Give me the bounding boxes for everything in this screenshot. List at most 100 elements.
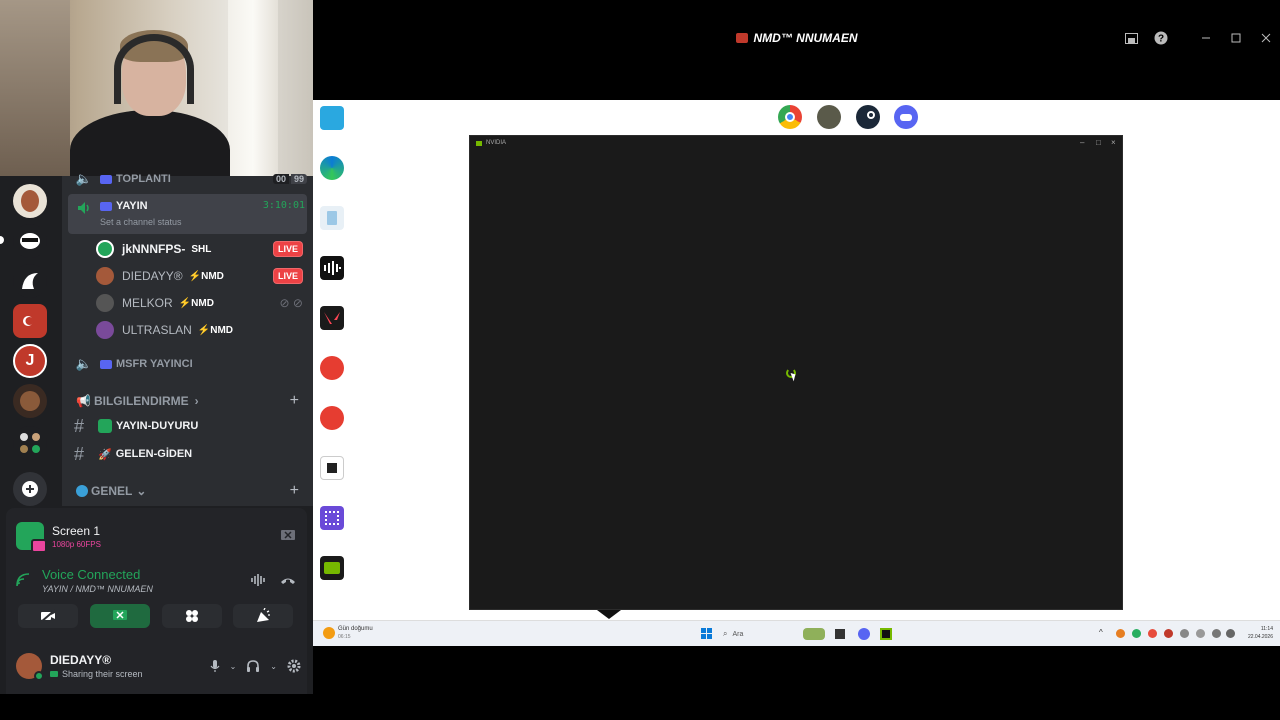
valorant-icon[interactable] [320, 306, 344, 330]
clock-date: 22.04.2026 [1247, 634, 1273, 640]
nvidia-app-window[interactable]: NVIDIA – □ × [469, 135, 1123, 610]
user-tag: NMD [201, 270, 224, 282]
signal-icon [16, 573, 30, 587]
voice-user-0[interactable]: jkNNNFPS- SHL LIVE [96, 237, 303, 261]
soundboard-icon [257, 608, 270, 622]
gear-icon[interactable] [287, 659, 301, 673]
camera-off-button[interactable] [18, 604, 78, 628]
voice-user-1[interactable]: DIEDAYY® ⚡ NMD LIVE [96, 264, 303, 288]
app-icon[interactable] [320, 456, 344, 480]
grid-app-icon[interactable] [320, 506, 344, 530]
server-indicator [0, 236, 4, 244]
disconnect-icon[interactable] [280, 575, 296, 585]
add-channel-icon[interactable]: + [290, 392, 299, 410]
nvidia-window-title: NVIDIA [486, 140, 507, 146]
search-placeholder: Ara [732, 630, 744, 638]
channel-msfr-yayinci[interactable]: 🔈 MSFR YAYINCI [68, 354, 307, 374]
voice-user-2[interactable]: MELKOR ⚡ NMD ⊘ ⊘ [96, 291, 303, 315]
server-group-icon[interactable] [13, 426, 47, 460]
steam-icon[interactable] [856, 105, 880, 129]
monitor-icon[interactable] [320, 106, 344, 130]
minimize-icon[interactable] [1198, 30, 1214, 46]
server-mask-icon[interactable] [13, 224, 47, 258]
volume-icon[interactable] [1226, 629, 1235, 638]
mouse-cursor-icon [790, 371, 798, 382]
screen-share-button[interactable] [90, 604, 150, 628]
taskbar-search[interactable]: ⌕ Ara [723, 626, 793, 642]
faceit-icon[interactable] [320, 356, 344, 380]
webcam-feed [0, 0, 313, 176]
chevron-down-icon[interactable]: ⌄ [270, 662, 277, 671]
category-genel[interactable]: GENEL ⌄ + [76, 482, 299, 500]
nvidia-icon[interactable] [320, 556, 344, 580]
stream-preview-card[interactable]: Screen 1 1080p 60FPS [16, 518, 296, 554]
headphones-icon[interactable] [246, 659, 260, 673]
nvidia-logo-icon [476, 141, 482, 146]
stream-title: Screen 1 [52, 523, 101, 538]
live-badge: LIVE [272, 241, 303, 257]
stop-stream-icon[interactable] [280, 529, 296, 543]
taskbar-notch [597, 610, 621, 619]
voice-user-3[interactable]: ULTRASLAN ⚡ NMD [96, 318, 303, 342]
add-server-icon[interactable] [13, 472, 47, 506]
maximize-icon[interactable] [1228, 30, 1244, 46]
tray-chevron-icon[interactable]: ^ [1099, 628, 1103, 637]
audio-app-icon[interactable] [320, 256, 344, 280]
minimize-icon[interactable]: – [1080, 138, 1084, 147]
soundboard-button[interactable] [233, 604, 293, 628]
globe-icon [76, 485, 88, 497]
taskbar-app-icon[interactable] [835, 629, 845, 639]
channel-yayin-duyuru[interactable]: # YAYIN-DUYURU [68, 414, 307, 438]
channel-partial-toplanti[interactable]: 🔈 TOPLANTI 00 99 [68, 171, 307, 186]
tray-icon-3[interactable] [1148, 629, 1157, 638]
channel-status-placeholder[interactable]: Set a channel status [100, 217, 182, 227]
voice-connected-label[interactable]: Voice Connected [42, 567, 153, 582]
chrome-icon[interactable] [778, 105, 802, 129]
category-bilgilendirme[interactable]: 📢 BILGILENDIRME › + [76, 392, 299, 410]
tray-icon-1[interactable] [1116, 629, 1125, 638]
tray-icon-6[interactable] [1196, 629, 1205, 638]
weather-time: 06:15 [338, 634, 351, 640]
user-avatar[interactable] [16, 653, 44, 681]
server-dragon-icon[interactable] [13, 264, 47, 298]
activities-button[interactable] [162, 604, 222, 628]
server-flag-icon[interactable] [13, 304, 47, 338]
tray-icon-2[interactable] [1132, 629, 1141, 638]
chevron-down-icon[interactable]: ⌄ [230, 662, 237, 671]
taskbar-discord-icon[interactable] [858, 628, 870, 640]
user-name[interactable]: DIEDAYY® [50, 653, 143, 667]
speaker-icon: 🔈 [75, 171, 93, 186]
voice-channel-label[interactable]: YAYIN / NMD™ NNUMAEN [42, 584, 153, 594]
channel-yayin[interactable]: YAYIN Set a channel status 3:10:01 [68, 194, 307, 234]
screen-root: J 🔈 TOPLANTI 00 99 YAYIN Set a channel s… [0, 0, 1280, 720]
noise-suppression-icon[interactable] [250, 573, 266, 587]
microphone-icon[interactable] [210, 659, 220, 673]
close-icon[interactable] [1258, 30, 1274, 46]
help-icon[interactable]: ? [1153, 30, 1169, 46]
close-icon[interactable]: × [1111, 138, 1116, 147]
taskbar-nvidia-icon[interactable] [880, 628, 892, 640]
tray-icon-4[interactable] [1164, 629, 1173, 638]
wifi-icon[interactable] [1212, 629, 1221, 638]
category-name: BILGILENDIRME [93, 394, 189, 408]
user-name: MELKOR [122, 296, 173, 310]
server-avatar-1[interactable] [13, 184, 47, 218]
maximize-icon[interactable]: □ [1096, 138, 1101, 147]
discord-icon[interactable] [894, 105, 918, 129]
edge-icon[interactable] [320, 156, 344, 180]
picture-in-picture-icon[interactable] [1123, 30, 1139, 46]
pubg-icon[interactable] [817, 105, 841, 129]
weather-icon[interactable] [323, 627, 335, 639]
server-face-icon[interactable] [13, 384, 47, 418]
tray-icon-5[interactable] [1180, 629, 1189, 638]
channel-gelen-giden[interactable]: # 🚀 GELEN-GİDEN [68, 442, 307, 466]
user-tag: NMD [191, 297, 214, 309]
rocket-icon: 🚀 [98, 448, 112, 461]
server-red-logo-icon[interactable]: J [13, 344, 47, 378]
start-icon[interactable] [701, 628, 712, 639]
faceit-icon-2[interactable] [320, 406, 344, 430]
stream-avatar-icon [735, 33, 748, 43]
taskbar-game-icon[interactable] [803, 628, 825, 640]
recycle-bin-icon[interactable] [320, 206, 344, 230]
add-channel-icon[interactable]: + [290, 482, 299, 500]
